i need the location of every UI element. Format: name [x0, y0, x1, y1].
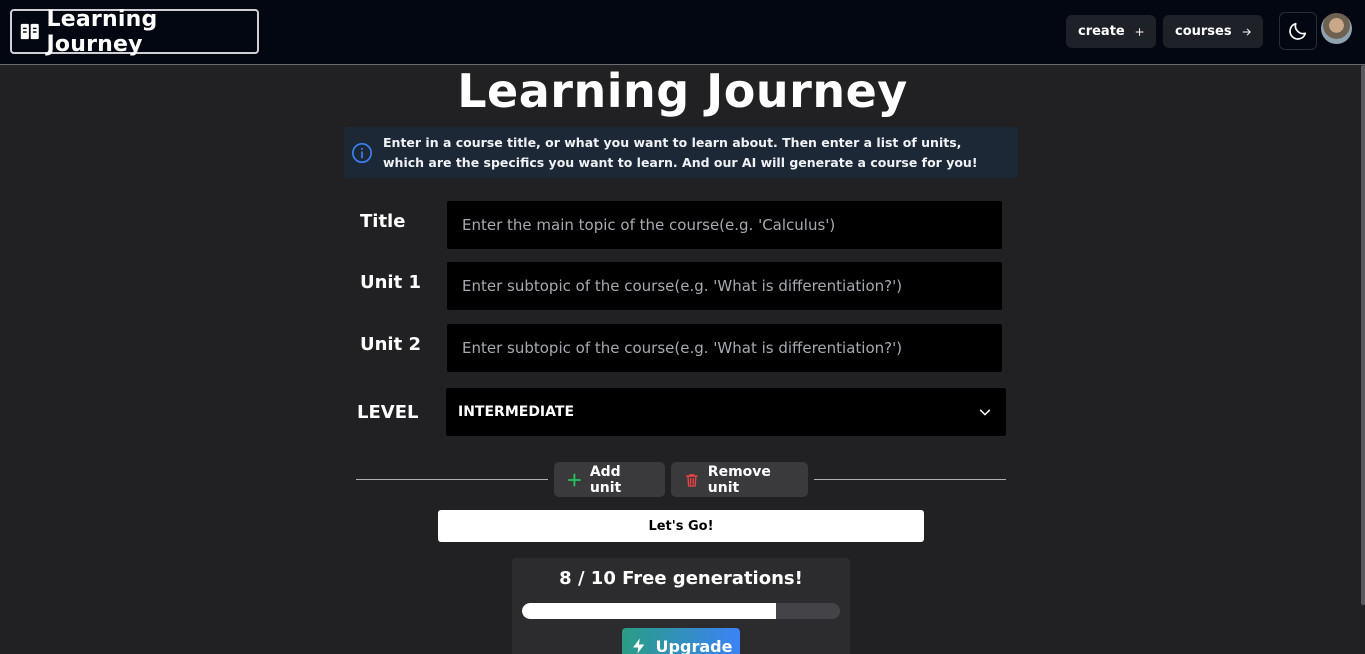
create-button[interactable]: create	[1066, 15, 1156, 48]
title-label: Title	[360, 211, 406, 232]
upgrade-label: Upgrade	[655, 636, 733, 654]
remove-unit-label: Remove unit	[707, 463, 771, 496]
user-avatar[interactable]	[1321, 13, 1352, 44]
level-value: INTERMEDIATE	[458, 404, 575, 420]
level-label: LEVEL	[357, 402, 419, 423]
brand-logo-link[interactable]: Learning Journey	[10, 6, 259, 57]
arrow-right-icon	[1242, 28, 1251, 35]
page-title: Learning Journey	[457, 64, 908, 118]
plus-icon	[567, 473, 581, 486]
create-label: create	[1078, 24, 1125, 39]
zap-icon	[632, 638, 644, 654]
plus-icon	[1135, 27, 1144, 36]
generations-progress-bar	[522, 603, 840, 619]
page-scrollbar[interactable]	[1361, 65, 1365, 605]
submit-button[interactable]: Let's Go!	[438, 510, 924, 542]
add-unit-button[interactable]: Add unit	[554, 462, 665, 497]
generations-text: 8 / 10 Free generations!	[559, 568, 803, 589]
unit-2-input[interactable]	[447, 324, 1002, 372]
upgrade-button[interactable]: Upgrade	[622, 628, 740, 654]
moon-icon	[1289, 22, 1307, 40]
book-open-icon	[20, 23, 39, 39]
generations-progress-fill	[522, 603, 777, 619]
info-text: Enter in a course title, or what you wan…	[383, 134, 978, 170]
unit-1-label: Unit 1	[360, 272, 421, 293]
courses-label: courses	[1175, 24, 1232, 39]
unit-1-input[interactable]	[447, 262, 1002, 310]
add-unit-label: Add unit	[589, 463, 622, 496]
trash-icon	[685, 473, 698, 487]
info-icon	[352, 142, 372, 163]
info-banner: Enter in a course title, or what you wan…	[344, 127, 1018, 178]
top-navbar: Learning Journey create courses	[0, 0, 1365, 65]
generations-card: 8 / 10 Free generations! Upgrade	[512, 558, 850, 654]
unit-2-label: Unit 2	[360, 334, 421, 355]
theme-toggle-button[interactable]	[1279, 12, 1317, 50]
level-select[interactable]: INTERMEDIATE	[446, 388, 1006, 436]
divider-left	[356, 479, 548, 480]
chevron-down-icon	[979, 409, 991, 416]
divider-right	[814, 479, 1006, 480]
courses-button[interactable]: courses	[1163, 15, 1263, 48]
brand-name: Learning Journey	[46, 6, 158, 57]
title-input[interactable]	[447, 201, 1002, 249]
remove-unit-button[interactable]: Remove unit	[671, 462, 808, 497]
